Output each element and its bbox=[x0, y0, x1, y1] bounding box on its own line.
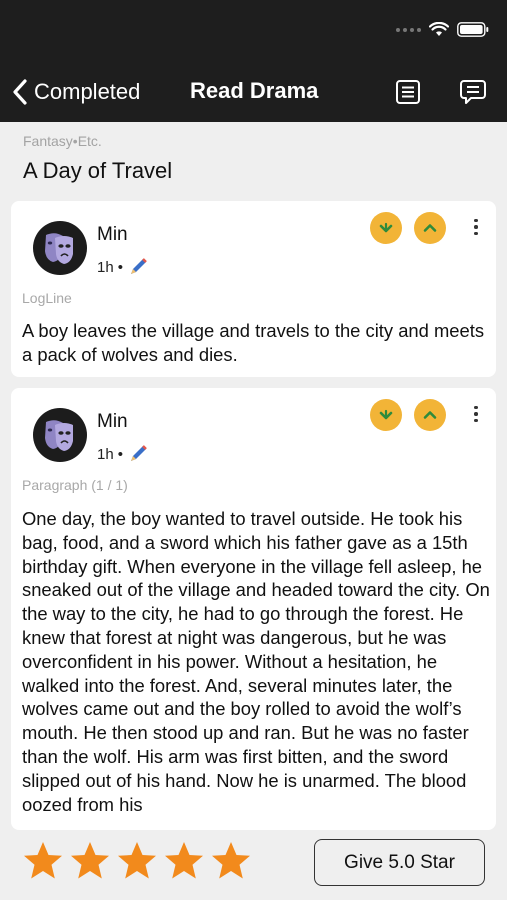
more-button[interactable] bbox=[468, 215, 484, 239]
author-name: Min bbox=[97, 224, 128, 245]
drama-mask-icon bbox=[45, 233, 73, 264]
comment-icon bbox=[460, 80, 486, 104]
downvote-icon bbox=[379, 409, 393, 420]
section-label: LogLine bbox=[22, 290, 72, 306]
signal-icon bbox=[396, 27, 421, 32]
star-icon[interactable] bbox=[22, 840, 64, 882]
page-title: Read Drama bbox=[190, 78, 319, 103]
back-chevron-icon bbox=[13, 79, 27, 105]
paragraph-card: Min 1h • Paragraph (1 / 1) One day, the … bbox=[11, 388, 496, 830]
back-label: Completed bbox=[34, 79, 141, 104]
downvote-button[interactable] bbox=[370, 399, 402, 431]
logline-text: A boy leaves the village and travels to … bbox=[22, 320, 485, 365]
logline-card: Min 1h • LogLine A boy leaves the villag… bbox=[11, 201, 496, 377]
story-genre: Fantasy•Etc. bbox=[23, 133, 102, 149]
pencil-icon[interactable] bbox=[127, 256, 149, 278]
drama-mask-icon bbox=[45, 420, 73, 451]
more-icon bbox=[474, 405, 478, 410]
downvote-button[interactable] bbox=[370, 212, 402, 244]
back-button[interactable]: Completed bbox=[12, 74, 140, 110]
meta-separator: • bbox=[117, 445, 123, 463]
star-icon[interactable] bbox=[69, 840, 111, 882]
post-time: 1h bbox=[97, 258, 114, 276]
star-icon[interactable] bbox=[116, 840, 158, 882]
post-meta: 1h • bbox=[97, 443, 149, 465]
rating-bar: Give 5.0 Star bbox=[0, 830, 507, 900]
give-star-button[interactable]: Give 5.0 Star bbox=[314, 839, 485, 886]
list-button[interactable] bbox=[392, 76, 424, 108]
star-rating[interactable] bbox=[22, 840, 252, 882]
status-icons bbox=[396, 22, 489, 37]
star-icon[interactable] bbox=[163, 840, 205, 882]
upvote-button[interactable] bbox=[414, 399, 446, 431]
post-meta: 1h • bbox=[97, 256, 149, 278]
upvote-button[interactable] bbox=[414, 212, 446, 244]
upvote-icon bbox=[423, 224, 437, 232]
comment-button[interactable] bbox=[457, 76, 489, 108]
avatar[interactable] bbox=[33, 408, 87, 462]
section-label: Paragraph (1 / 1) bbox=[22, 477, 128, 493]
list-icon bbox=[396, 80, 420, 104]
wifi-icon bbox=[429, 22, 449, 37]
upvote-icon bbox=[423, 411, 437, 419]
status-bar bbox=[0, 0, 507, 62]
meta-separator: • bbox=[117, 258, 123, 276]
battery-icon bbox=[457, 22, 489, 37]
downvote-icon bbox=[379, 222, 393, 233]
author-name: Min bbox=[97, 411, 128, 432]
star-icon[interactable] bbox=[210, 840, 252, 882]
paragraph-text: One day, the boy wanted to travel outsid… bbox=[22, 508, 490, 815]
navigation-bar: Completed Read Drama bbox=[0, 62, 507, 122]
more-button[interactable] bbox=[468, 402, 484, 426]
post-time: 1h bbox=[97, 445, 114, 463]
pencil-icon[interactable] bbox=[127, 443, 149, 465]
more-icon bbox=[474, 218, 478, 223]
avatar[interactable] bbox=[33, 221, 87, 275]
story-title: A Day of Travel bbox=[23, 158, 173, 183]
